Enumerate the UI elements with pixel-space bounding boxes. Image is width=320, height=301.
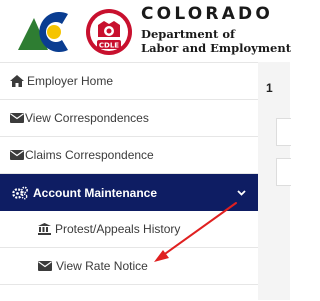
institution-icon bbox=[38, 223, 51, 235]
envelope-icon bbox=[38, 261, 52, 271]
sidebar-item-label: Account Maintenance bbox=[33, 185, 158, 200]
sidebar-item-claims-correspondence[interactable]: Claims Correspondence bbox=[0, 137, 258, 174]
sidebar-item-label: Protest/Appeals History bbox=[55, 222, 181, 236]
colorado-logo[interactable] bbox=[18, 6, 80, 56]
cdle-seal-logo[interactable]: CDLE bbox=[84, 7, 134, 57]
main-content-card bbox=[276, 118, 291, 146]
sidebar-item-label: Claims Correspondence bbox=[25, 148, 154, 162]
main-content-digit: 1 bbox=[266, 81, 273, 95]
cogs-icon bbox=[12, 186, 28, 199]
department-name-line1: Department of bbox=[141, 27, 235, 41]
sidebar-item-view-correspondences[interactable]: View Correspondences bbox=[0, 100, 258, 137]
department-name-line2: Labor and Employment bbox=[141, 41, 292, 55]
sidebar-item-label: View Correspondences bbox=[25, 111, 149, 125]
home-icon bbox=[10, 75, 24, 87]
sidebar-item-label: View Rate Notice bbox=[56, 259, 148, 273]
sidebar-item-employer-home[interactable]: Employer Home bbox=[0, 63, 258, 100]
sidebar-item-protest-appeals-history[interactable]: Protest/Appeals History bbox=[0, 211, 258, 248]
brand-title: COLORADO bbox=[141, 4, 274, 24]
main-content-card bbox=[276, 158, 291, 186]
cdle-badge-text: CDLE bbox=[99, 42, 119, 50]
sidebar-item-account-maintenance[interactable]: Account Maintenance bbox=[0, 174, 258, 211]
sidebar-item-view-rate-notice[interactable]: View Rate Notice bbox=[0, 248, 258, 285]
sidebar-nav: Employer Home View Correspondences Claim… bbox=[0, 62, 258, 301]
chevron-down-icon[interactable] bbox=[237, 189, 246, 196]
envelope-icon bbox=[10, 150, 24, 160]
sidebar-item-label: Employer Home bbox=[27, 74, 114, 88]
site-header: CDLE COLORADO Department of Labor and Em… bbox=[0, 0, 292, 62]
envelope-icon bbox=[10, 113, 24, 123]
